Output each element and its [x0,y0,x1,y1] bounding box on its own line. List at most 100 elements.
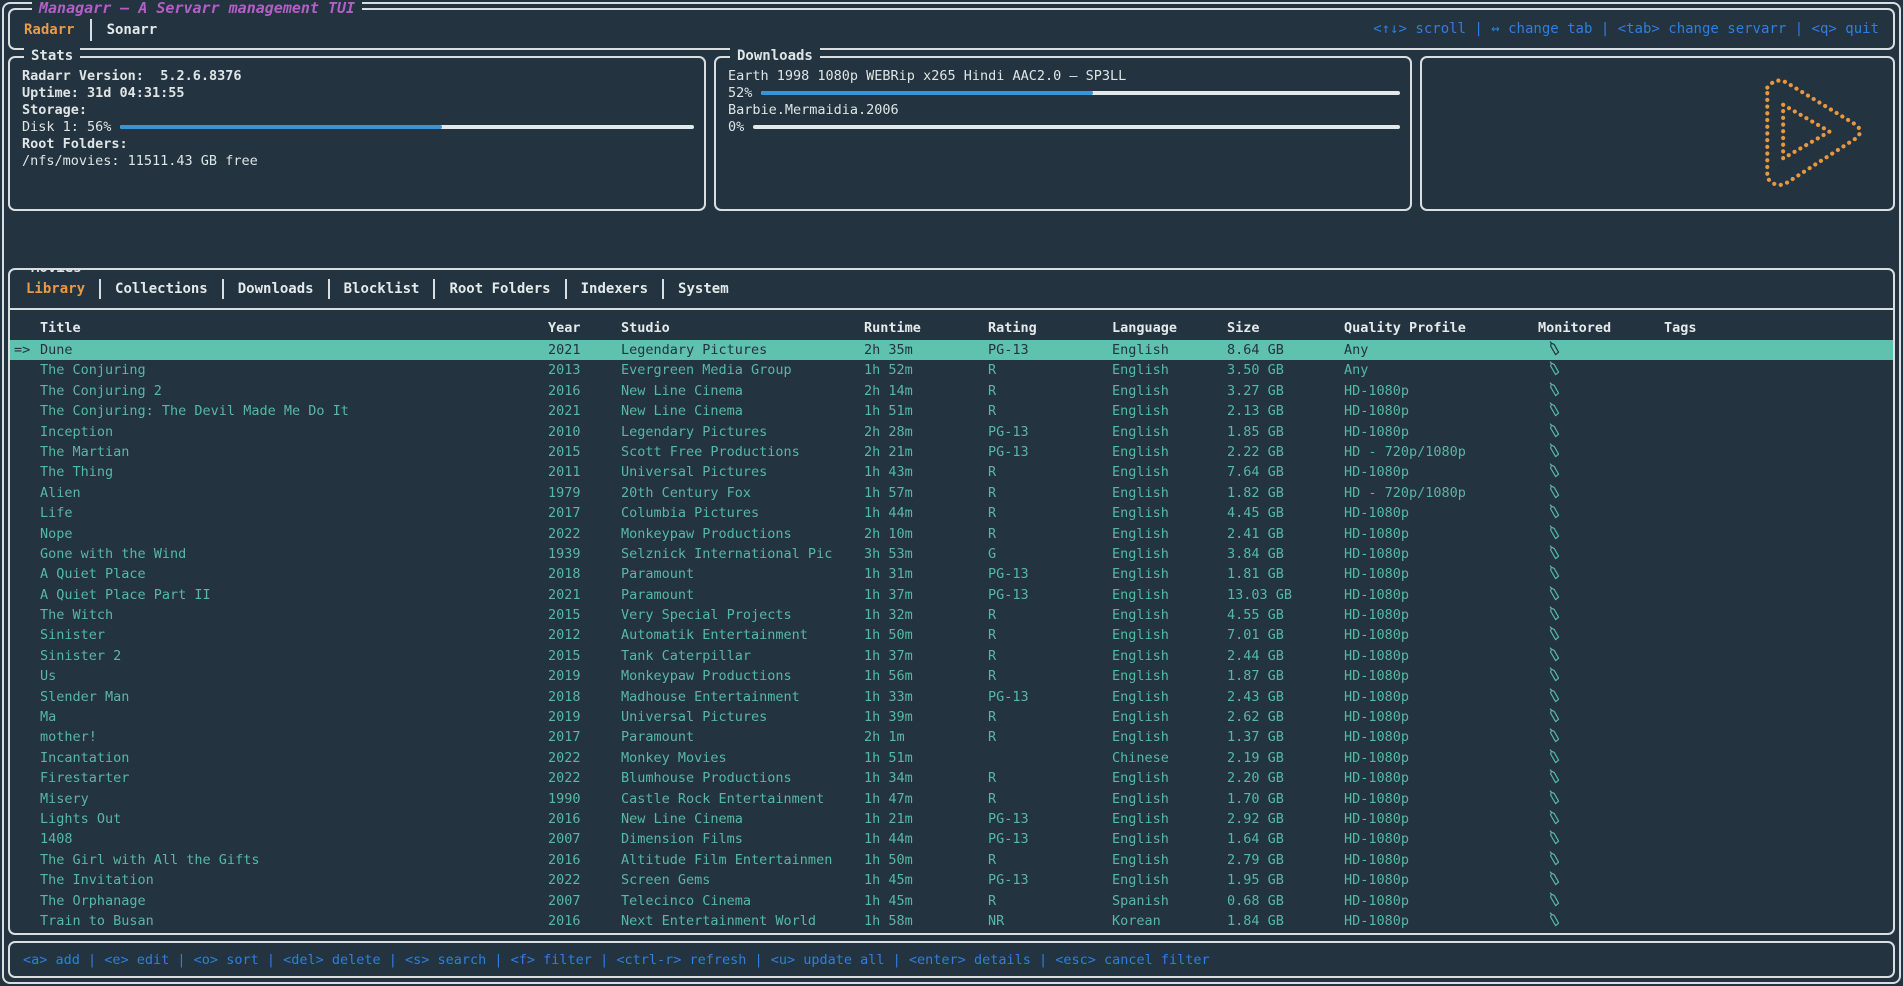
movie-table-row[interactable]: Incantation 2022 Monkey Movies 1h 51m Ch… [10,748,1893,768]
movie-table-row[interactable]: The Conjuring: The Devil Made Me Do It 2… [10,401,1893,421]
movies-tab-library[interactable]: Library [26,281,85,297]
movies-tab-system[interactable]: System [678,281,729,297]
movie-monitored-cell [1538,687,1664,707]
movie-table-row[interactable]: => Dune 2021 Legendary Pictures 2h 35m P… [10,340,1893,360]
movie-table-row[interactable]: Sinister 2 2015 Tank Caterpillar 1h 37m … [10,646,1893,666]
movie-title-cell: Nope [40,524,548,544]
monitored-tag-icon [1548,708,1561,723]
movie-table-row[interactable]: Train to Busan 2016 Next Entertainment W… [10,911,1893,931]
movie-runtime-cell: 1h 47m [864,789,988,809]
movie-table-row[interactable]: Lights Out 2016 New Line Cinema 1h 21m P… [10,809,1893,829]
movie-quality-cell: HD-1080p [1344,687,1538,707]
movie-table-row[interactable]: Misery 1990 Castle Rock Entertainment 1h… [10,789,1893,809]
monitored-tag-icon [1548,871,1561,886]
movie-year-cell: 2007 [548,891,621,911]
movie-table-row[interactable]: Nope 2022 Monkeypaw Productions 2h 10m R… [10,524,1893,544]
movie-table-row[interactable]: Us 2019 Monkeypaw Productions 1h 56m R E… [10,666,1893,686]
movie-quality-cell: HD-1080p [1344,564,1538,584]
movies-tab-downloads[interactable]: Downloads [238,281,314,297]
movie-table-row[interactable]: The Conjuring 2 2016 New Line Cinema 2h … [10,381,1893,401]
movie-title-cell: The Conjuring [40,360,548,380]
movie-rating-cell: PG-13 [988,442,1112,462]
movie-year-cell: 2021 [548,340,621,360]
movie-quality-cell: HD-1080p [1344,829,1538,849]
movies-tab-blocklist[interactable]: Blocklist [344,281,420,297]
movie-table-row[interactable]: Alien 1979 20th Century Fox 1h 57m R Eng… [10,483,1893,503]
movie-monitored-cell [1538,483,1664,503]
movie-monitored-cell [1538,401,1664,421]
movie-studio-cell: Universal Pictures [621,462,864,482]
download-percent-label: 0% [728,119,744,136]
monitored-tag-icon [1548,565,1561,580]
movie-runtime-cell: 2h 1m [864,727,988,747]
movie-runtime-cell: 1h 56m [864,666,988,686]
movie-title-cell: mother! [40,727,548,747]
movie-runtime-cell: 1h 51m [864,748,988,768]
servarr-tab-radarr[interactable]: Radarr [24,22,75,38]
movie-runtime-cell: 1h 45m [864,891,988,911]
movie-table-row[interactable]: The Conjuring 2013 Evergreen Media Group… [10,360,1893,380]
movie-table-row[interactable]: The Invitation 2022 Screen Gems 1h 45m P… [10,870,1893,890]
movie-year-cell: 1979 [548,483,621,503]
movie-year-cell: 2022 [548,748,621,768]
monitored-tag-icon [1548,586,1561,601]
movie-runtime-cell: 1h 58m [864,911,988,931]
disk-usage-label: Disk 1: 56% [22,119,111,136]
movie-table-row[interactable]: Life 2017 Columbia Pictures 1h 44m R Eng… [10,503,1893,523]
movie-rating-cell: R [988,789,1112,809]
movie-title-cell: Train to Busan [40,911,548,931]
movie-table-row[interactable]: Slender Man 2018 Madhouse Entertainment … [10,687,1893,707]
movie-table-row[interactable]: Ma 2019 Universal Pictures 1h 39m R Engl… [10,707,1893,727]
movie-table-row[interactable]: A Quiet Place Part II 2021 Paramount 1h … [10,585,1893,605]
movie-studio-cell: Universal Pictures [621,707,864,727]
movie-runtime-cell: 2h 21m [864,442,988,462]
movie-title-cell: Life [40,503,548,523]
movie-table-row[interactable]: The Orphanage 2007 Telecinco Cinema 1h 4… [10,891,1893,911]
movie-studio-cell: Tank Caterpillar [621,646,864,666]
movie-title-cell: Gone with the Wind [40,544,548,564]
movie-language-cell: English [1112,809,1227,829]
movie-language-cell: English [1112,850,1227,870]
movie-title-cell: The Invitation [40,870,548,890]
movie-runtime-cell: 1h 21m [864,809,988,829]
movie-title-cell: The Martian [40,442,548,462]
movie-studio-cell: Madhouse Entertainment [621,687,864,707]
movies-tab-indexers[interactable]: Indexers [581,281,648,297]
movie-year-cell: 2010 [548,422,621,442]
movies-tab-collections[interactable]: Collections [115,281,208,297]
movie-table-row[interactable]: Sinister 2012 Automatik Entertainment 1h… [10,625,1893,645]
movie-rating-cell: R [988,768,1112,788]
movie-quality-cell: HD-1080p [1344,789,1538,809]
movie-table-row[interactable]: 1408 2007 Dimension Films 1h 44m PG-13 E… [10,829,1893,849]
movie-table-row[interactable]: Gone with the Wind 1939 Selznick Interna… [10,544,1893,564]
movie-title-cell: The Conjuring 2 [40,381,548,401]
movie-table-row[interactable]: mother! 2017 Paramount 2h 1m R English 1… [10,727,1893,747]
movie-rating-cell: R [988,707,1112,727]
movie-table-row[interactable]: Firestarter 2022 Blumhouse Productions 1… [10,768,1893,788]
movie-quality-cell: HD-1080p [1344,870,1538,890]
movie-size-cell: 13.03 GB [1227,585,1344,605]
movie-year-cell: 2007 [548,829,621,849]
movie-title-cell: Sinister 2 [40,646,548,666]
movie-size-cell: 1.95 GB [1227,870,1344,890]
movie-title-cell: The Thing [40,462,548,482]
movie-quality-cell: HD-1080p [1344,850,1538,870]
servarr-tab-sonarr[interactable]: Sonarr [107,22,158,38]
movie-year-cell: 2018 [548,687,621,707]
movie-monitored-cell [1538,829,1664,849]
movie-table-row[interactable]: Inception 2010 Legendary Pictures 2h 28m… [10,422,1893,442]
movie-table-row[interactable]: The Girl with All the Gifts 2016 Altitud… [10,850,1893,870]
movie-studio-cell: Monkey Movies [621,748,864,768]
movie-table-row[interactable]: A Quiet Place 2018 Paramount 1h 31m PG-1… [10,564,1893,584]
movies-tab-root-folders[interactable]: Root Folders [449,281,550,297]
movie-size-cell: 1.70 GB [1227,789,1344,809]
movie-studio-cell: Legendary Pictures [621,340,864,360]
movie-year-cell: 2019 [548,666,621,686]
movie-table-row[interactable]: The Thing 2011 Universal Pictures 1h 43m… [10,462,1893,482]
movie-runtime-cell: 1h 51m [864,401,988,421]
movie-language-cell: Korean [1112,911,1227,931]
movie-table-row[interactable]: The Witch 2015 Very Special Projects 1h … [10,605,1893,625]
movie-studio-cell: New Line Cinema [621,809,864,829]
movie-studio-cell: Dimension Films [621,829,864,849]
movie-table-row[interactable]: The Martian 2015 Scott Free Productions … [10,442,1893,462]
